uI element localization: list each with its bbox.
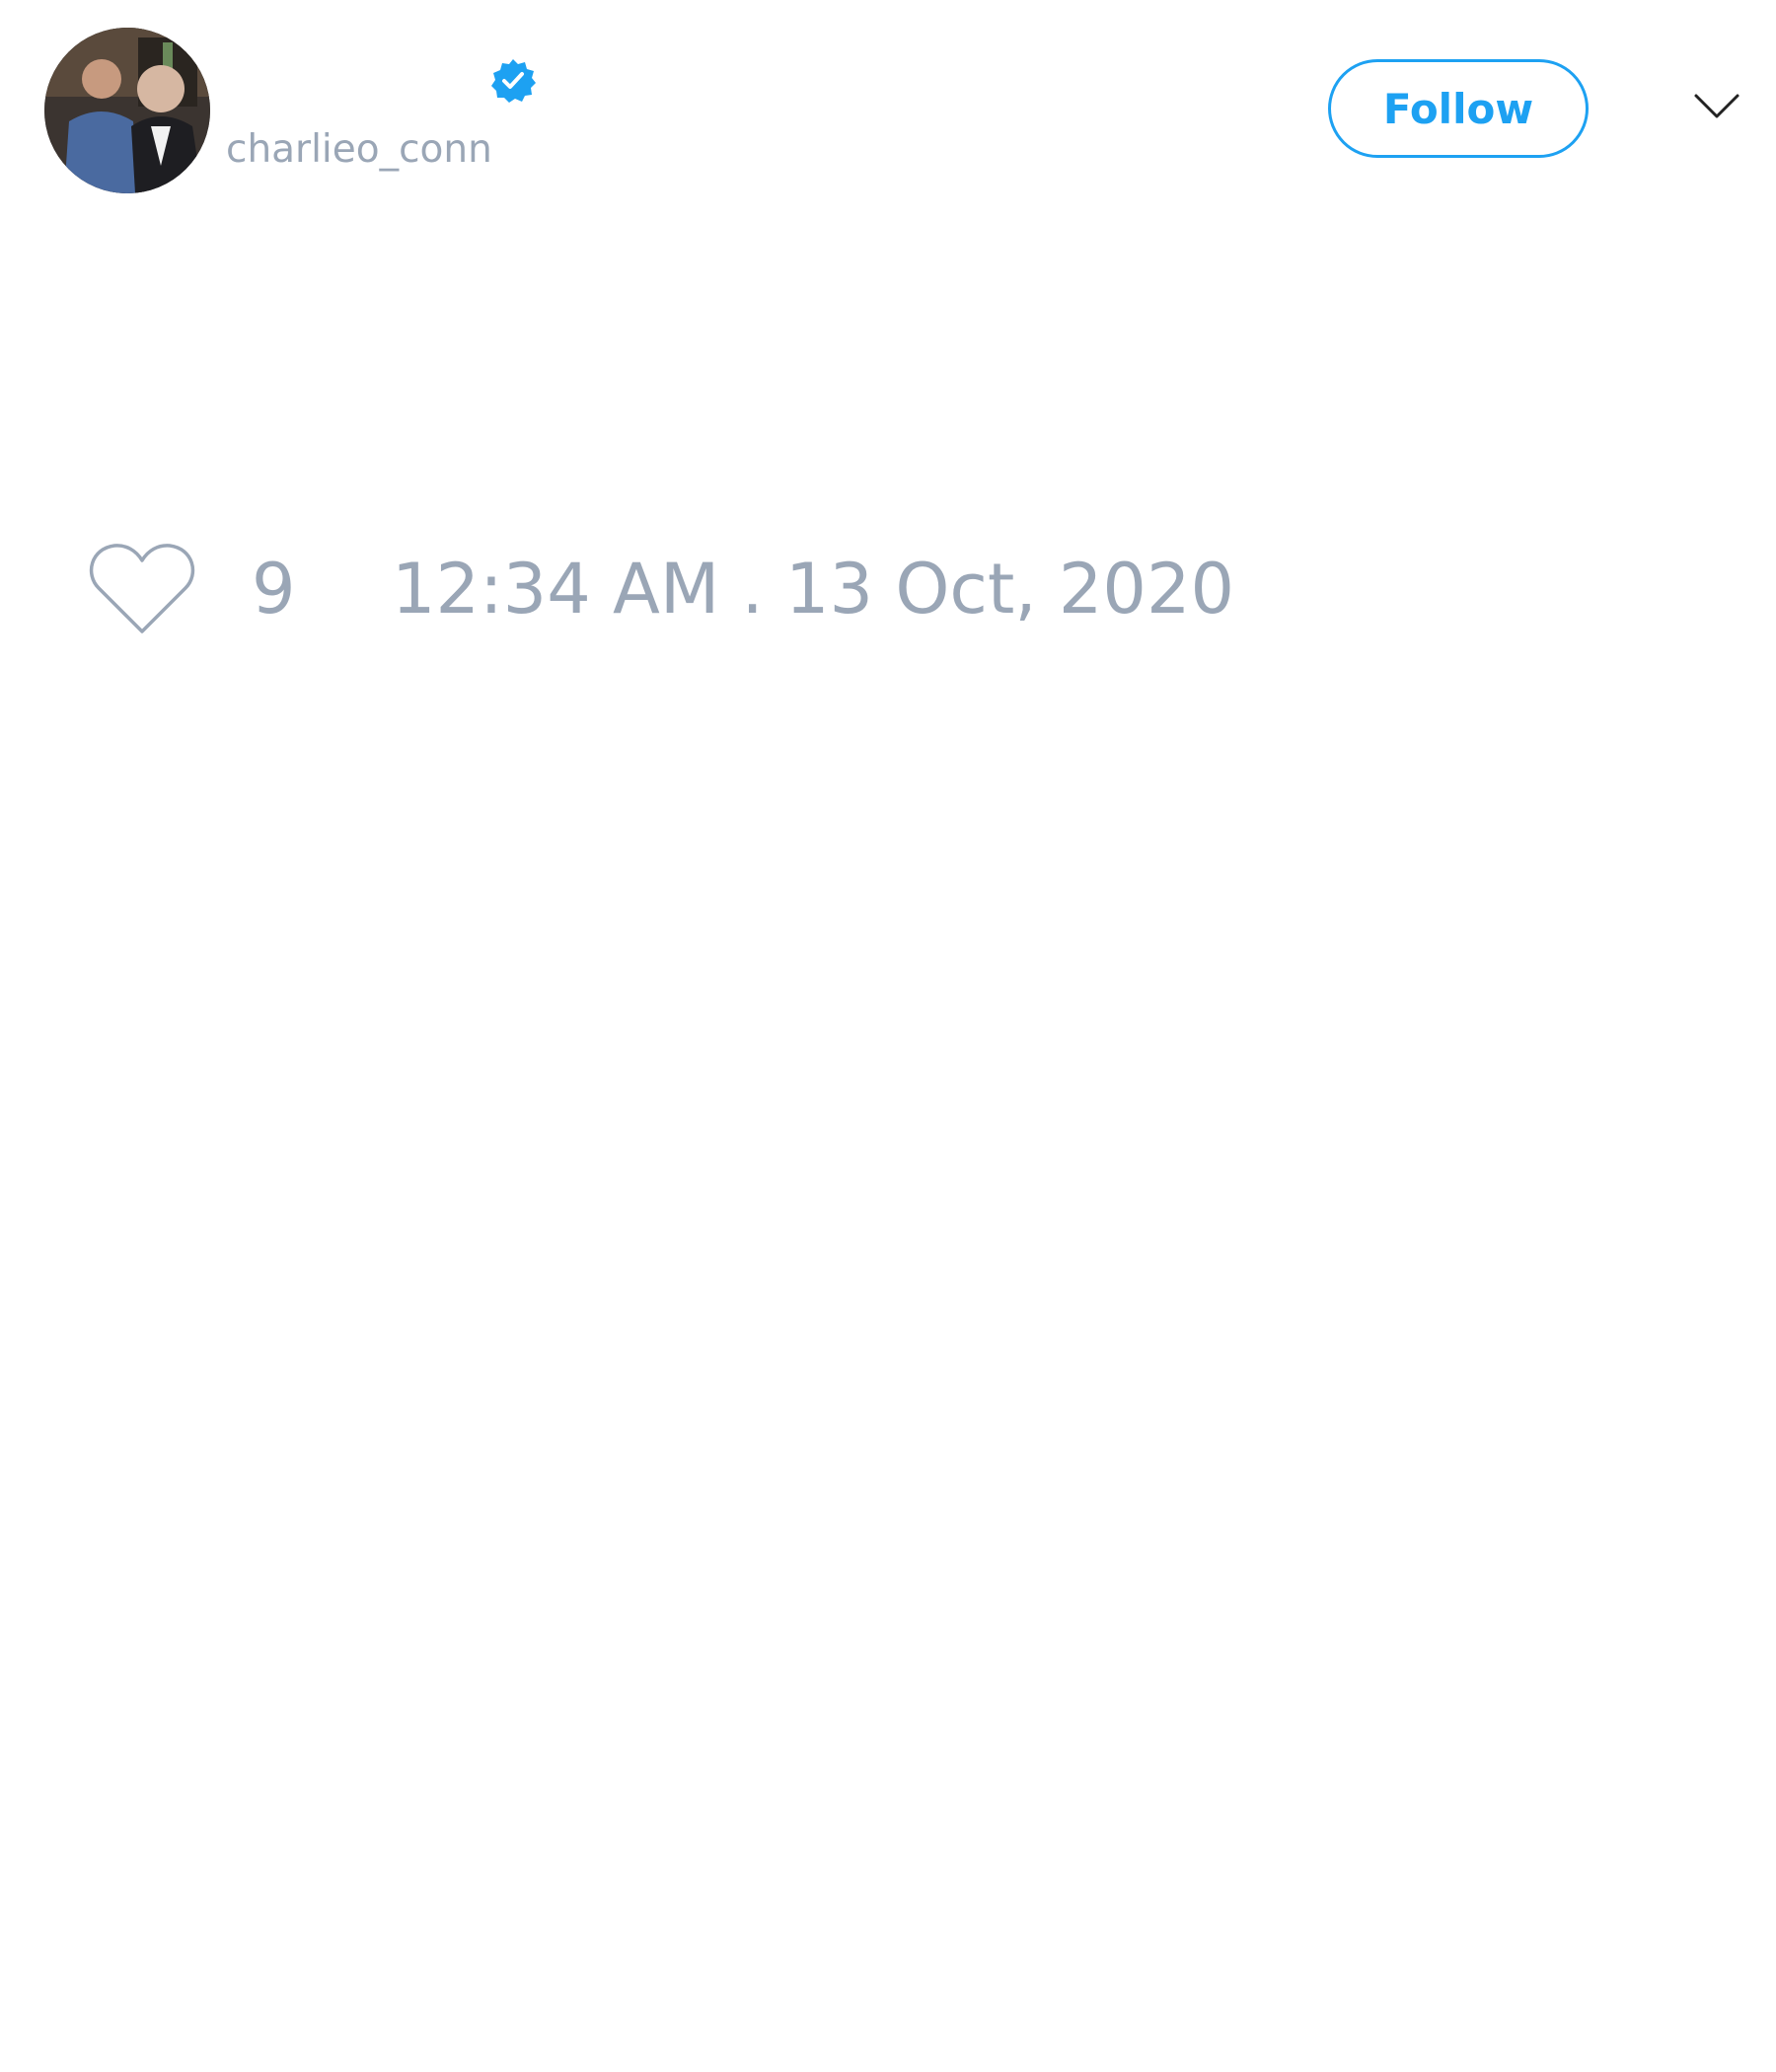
tweet-embed: charlieo_conn Follow 9 12:34 AM . 13 Oct… — [0, 0, 1776, 2072]
tweet-timestamp[interactable]: 12:34 AM . 13 Oct, 2020 — [392, 550, 1234, 629]
avatar[interactable] — [44, 28, 210, 193]
author-handle[interactable]: charlieo_conn — [226, 126, 492, 174]
verified-badge-icon — [491, 59, 536, 103]
like-count[interactable]: 9 — [252, 550, 296, 629]
avatar-photo — [44, 28, 210, 193]
chevron-down-icon[interactable] — [1693, 92, 1740, 121]
heart-outline-icon[interactable] — [89, 541, 195, 637]
follow-button[interactable]: Follow — [1328, 59, 1589, 158]
